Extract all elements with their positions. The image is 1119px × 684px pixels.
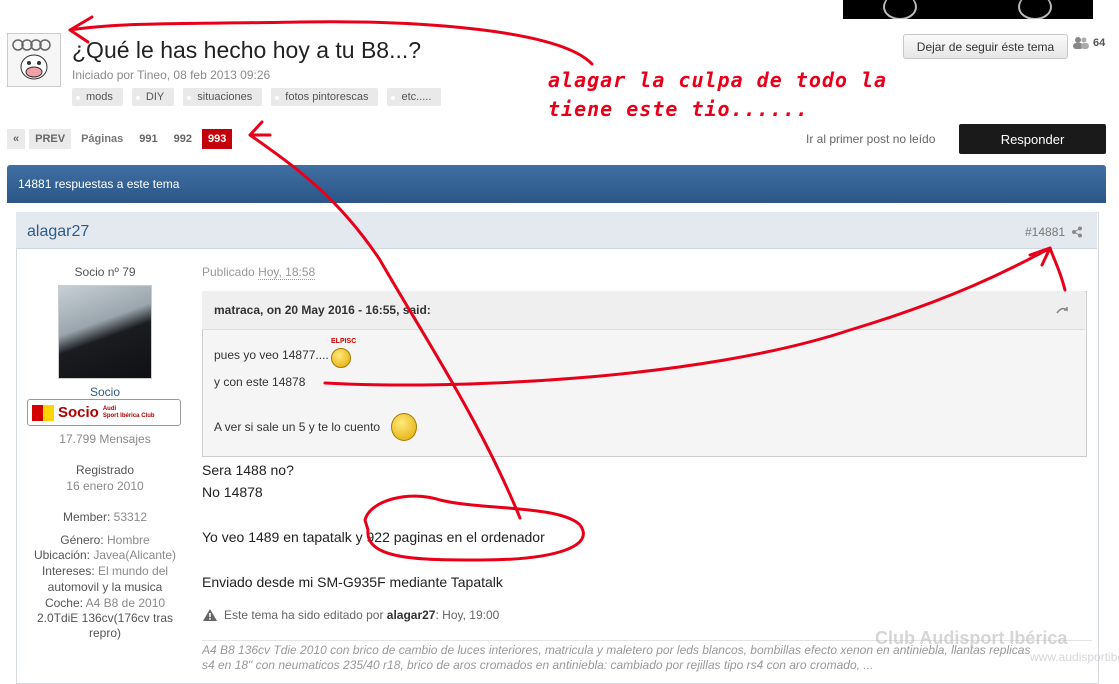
first-unread-link[interactable]: Ir al primer post no leído bbox=[806, 132, 935, 146]
car-cont-2: repro) bbox=[88, 626, 121, 640]
post-text-line: Enviado desde mi SM-G935F mediante Tapat… bbox=[202, 574, 503, 590]
post-text-line: Sera 1488 no? bbox=[202, 462, 294, 478]
topic-tags: mods DIY situaciones fotos pintorescas e… bbox=[72, 88, 442, 106]
prev-page-button[interactable]: PREV bbox=[29, 129, 72, 149]
tag-fotos-pintorescas[interactable]: fotos pintorescas bbox=[271, 88, 379, 106]
post-text-line: No 14878 bbox=[202, 484, 263, 500]
message-count[interactable]: 17.799 Mensajes bbox=[22, 432, 188, 446]
quote-author: matraca, on 20 May 2016 - 16:55, said: bbox=[214, 303, 431, 317]
share-icon[interactable] bbox=[1071, 226, 1083, 238]
published-time: Publicado Hoy, 18:58 bbox=[202, 265, 316, 280]
pages-label: Páginas bbox=[81, 133, 124, 145]
topic-title: ¿Qué le has hecho hoy a tu B8...? bbox=[72, 37, 422, 63]
tag-mods[interactable]: mods bbox=[72, 88, 123, 106]
first-page-button[interactable]: « bbox=[7, 129, 26, 149]
page-link-992[interactable]: 992 bbox=[168, 129, 198, 149]
post-author-name[interactable]: alagar27 bbox=[27, 223, 89, 241]
top-banner-image bbox=[843, 0, 1093, 19]
site-watermark: Club Audisport Ibérica bbox=[875, 628, 1068, 648]
interests-cont: automovil y la musica bbox=[47, 580, 163, 594]
quote-line: A ver si sale un 5 y te lo cuento bbox=[214, 420, 381, 434]
laughing-smiley-icon bbox=[391, 413, 417, 441]
view-original-post-icon[interactable] bbox=[1055, 304, 1069, 316]
elpisc-smiley: ELPISC bbox=[331, 338, 356, 368]
quote-line: y con este 14878 bbox=[214, 375, 306, 389]
author-avatar-photo[interactable] bbox=[58, 285, 152, 379]
page-link-991[interactable]: 991 bbox=[133, 129, 163, 149]
socio-badge-image: Socio Audi Sport Ibérica Club bbox=[27, 399, 181, 426]
member-number: Socio nº 79 bbox=[74, 265, 136, 279]
gender: Género: Hombre bbox=[60, 533, 150, 547]
pagination: « PREV Páginas 991 992 993 bbox=[7, 129, 233, 149]
users-icon bbox=[1073, 37, 1089, 49]
annotation-text-line-2: tiene este tio...... bbox=[548, 97, 809, 121]
car: Coche: A4 B8 de 2010 bbox=[44, 596, 166, 610]
topic-starter-avatar[interactable] bbox=[7, 33, 61, 87]
reply-button[interactable]: Responder bbox=[959, 124, 1106, 154]
registered-date: 16 enero 2010 bbox=[66, 479, 144, 493]
registered-label: Registrado bbox=[75, 463, 135, 477]
smiley-icon bbox=[331, 348, 351, 368]
edited-notice: Este tema ha sido editado por alagar27: … bbox=[202, 608, 499, 622]
wing-decoration bbox=[1018, 0, 1052, 19]
page-current-993[interactable]: 993 bbox=[202, 129, 233, 149]
annotation-text-line-1: alagar la culpa de todo la bbox=[548, 68, 888, 92]
audi-cow-logo bbox=[12, 39, 51, 80]
replies-count-bar: 14881 respuestas a este tema bbox=[7, 165, 1106, 203]
topic-started-by: Iniciado por Tineo, 08 feb 2013 09:26 bbox=[72, 68, 271, 82]
flag-icon bbox=[32, 404, 54, 421]
warning-icon bbox=[203, 609, 217, 621]
post-text-line: Yo veo 1489 en tapatalk y 922 paginas en… bbox=[202, 529, 545, 545]
quote-line: pues yo veo 14877.... bbox=[214, 348, 329, 362]
post-header bbox=[16, 212, 1097, 249]
interests: Intereses: El mundo del bbox=[41, 564, 169, 578]
car-cont-1: 2.0TdiE 136cv(176cv tras bbox=[36, 611, 174, 625]
starter-link[interactable]: Tineo bbox=[137, 68, 167, 82]
unfollow-topic-button[interactable]: Dejar de seguir éste tema bbox=[903, 34, 1068, 59]
location: Ubicación: Javea(Alicante) bbox=[33, 548, 177, 562]
site-watermark-url: www.audisportiberica.com bbox=[1030, 650, 1119, 664]
member-id: Member: 53312 bbox=[62, 510, 148, 524]
followers-count[interactable]: 64 bbox=[1072, 37, 1105, 49]
member-group: Socio bbox=[89, 385, 121, 399]
tag-etc[interactable]: etc..... bbox=[387, 88, 442, 106]
tag-situaciones[interactable]: situaciones bbox=[183, 88, 263, 106]
tag-diy[interactable]: DIY bbox=[131, 88, 175, 106]
post-number[interactable]: #14881 bbox=[1025, 225, 1083, 239]
wing-decoration bbox=[883, 0, 917, 19]
